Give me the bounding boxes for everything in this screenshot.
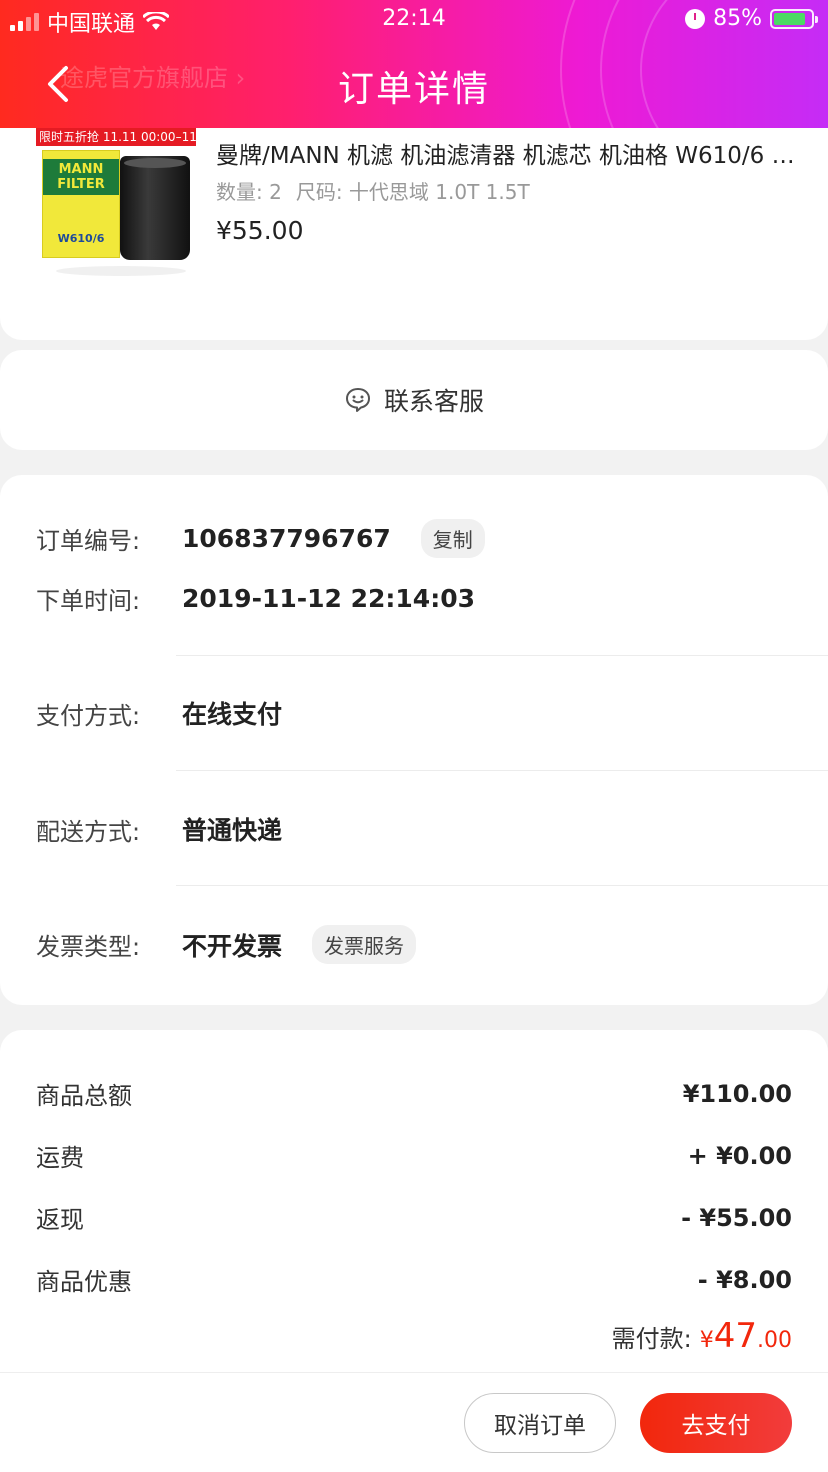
contact-service-label: 联系客服 <box>383 387 484 416</box>
image-shadow <box>56 266 186 276</box>
delivery-method-label: 配送方式: <box>36 817 141 846</box>
order-info-card: 订单编号: 106837796767 复制 下单时间: 2019-11-12 2… <box>0 475 828 1005</box>
summary-row: 商品总额 ¥110.00 <box>36 1076 792 1111</box>
divider <box>176 885 828 886</box>
alarm-icon <box>685 8 706 29</box>
delivery-method-row: 配送方式: 普通快递 <box>36 811 828 847</box>
product-card[interactable]: 限时五折抢 11.11 00:00–11.14 00:00 MANN FILTE… <box>0 100 828 340</box>
order-number-label: 订单编号: <box>36 527 141 555</box>
invoice-type-label: 发票类型: <box>36 933 141 961</box>
pay-button[interactable]: 去支付 <box>640 1393 792 1453</box>
amount-due-currency: ¥ <box>699 1328 714 1353</box>
product-price: ¥55.00 <box>216 216 304 245</box>
bottom-action-bar: 取消订单 去支付 <box>0 1372 828 1472</box>
status-bar: 中国联通 22:14 85% <box>0 0 828 40</box>
summary-value: - ¥55.00 <box>681 1203 792 1232</box>
filter-box-image: MANN FILTER W610/6 <box>42 150 120 258</box>
product-title[interactable]: 曼牌/MANN 机滤 机油滤清器 机滤芯 机油格 W610/6 十代思域 1.0… <box>216 136 796 170</box>
copy-button[interactable]: 复制 <box>420 519 485 558</box>
amount-due-decimal: .00 <box>757 1328 792 1353</box>
product-spec: 数量: 2 尺码: 十代思域 1.0T 1.5T <box>216 176 530 205</box>
summary-label: 返现 <box>36 1206 84 1234</box>
summary-row: 运费 + ¥0.00 <box>36 1138 792 1173</box>
summary-value: + ¥0.00 <box>687 1141 792 1170</box>
amount-due: 需付款: ¥ 47 .00 <box>612 1316 792 1356</box>
order-number-row: 订单编号: 106837796767 复制 <box>36 519 828 558</box>
order-time-label: 下单时间: <box>36 587 141 615</box>
product-quantity: 数量: 2 <box>216 180 282 204</box>
cancel-order-button[interactable]: 取消订单 <box>464 1393 616 1453</box>
summary-value: ¥110.00 <box>682 1079 792 1108</box>
battery-percent: 85% <box>713 6 762 31</box>
price-summary-card: 商品总额 ¥110.00 运费 + ¥0.00 返现 - ¥55.00 商品优惠… <box>0 1030 828 1375</box>
payment-method-label: 支付方式: <box>36 701 141 730</box>
invoice-service-button[interactable]: 发票服务 <box>312 925 417 964</box>
summary-row: 返现 - ¥55.00 <box>36 1200 792 1235</box>
summary-row: 商品优惠 - ¥8.00 <box>36 1262 792 1297</box>
delivery-method-value: 普通快递 <box>182 816 283 845</box>
summary-label: 商品优惠 <box>36 1268 132 1296</box>
model-label: W610/6 <box>57 232 105 245</box>
battery-fill <box>774 12 805 25</box>
order-number-value: 106837796767 <box>182 524 391 553</box>
divider <box>176 655 828 656</box>
top-header: 中国联通 22:14 85% 途虎官方旗舰店 › 订单详情 <box>0 0 828 128</box>
payment-method-row: 支付方式: 在线支付 <box>36 695 828 731</box>
invoice-type-row: 发票类型: 不开发票 发票服务 <box>36 925 828 964</box>
contact-service-button[interactable]: 联系客服 <box>0 350 828 450</box>
summary-value: - ¥8.00 <box>697 1265 792 1294</box>
chat-smile-icon <box>345 388 370 412</box>
payment-method-value: 在线支付 <box>182 700 283 729</box>
summary-label: 运费 <box>36 1144 84 1172</box>
brand-label: MANN FILTER <box>43 159 119 195</box>
page-title: 订单详情 <box>337 69 490 110</box>
filter-can-image <box>120 156 190 260</box>
amount-due-integer: 47 <box>713 1316 757 1356</box>
battery-icon <box>770 8 818 29</box>
invoice-type-value: 不开发票 <box>182 931 283 961</box>
product-image[interactable]: 限时五折抢 11.11 00:00–11.14 00:00 MANN FILTE… <box>36 128 196 288</box>
product-size: 尺码: 十代思域 1.0T 1.5T <box>295 180 530 204</box>
amount-due-label: 需付款: <box>611 1325 692 1353</box>
promo-badge: 限时五折抢 11.11 00:00–11.14 00:00 <box>36 128 196 146</box>
order-time-value: 2019-11-12 22:14:03 <box>182 584 475 613</box>
summary-label: 商品总额 <box>36 1082 132 1110</box>
divider <box>176 770 828 771</box>
order-time-row: 下单时间: 2019-11-12 22:14:03 <box>36 581 828 616</box>
